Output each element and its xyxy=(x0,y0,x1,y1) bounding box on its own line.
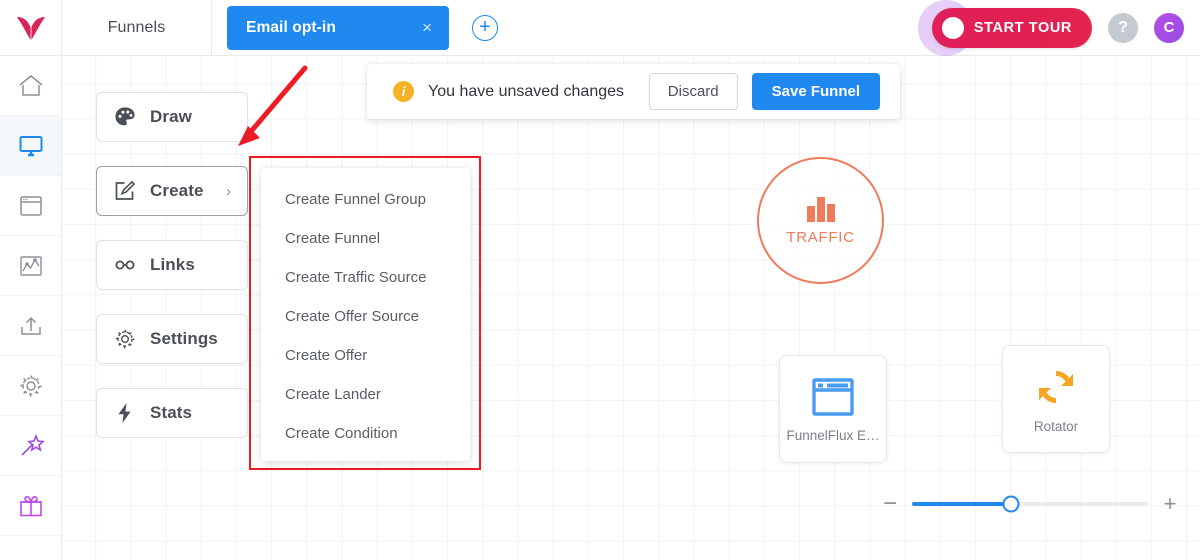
rail-item-home[interactable] xyxy=(0,56,61,116)
unsaved-changes-bar: i You have unsaved changes Discard Save … xyxy=(367,64,900,119)
node-funnelflux[interactable]: FunnelFlux E… xyxy=(779,355,887,463)
app-logo[interactable] xyxy=(0,0,62,55)
close-icon[interactable]: × xyxy=(422,19,432,36)
gift-icon xyxy=(19,495,42,516)
nav-funnels-label: Funnels xyxy=(107,18,166,36)
start-tour-label: START TOUR xyxy=(973,19,1072,36)
rotate-arrows-icon xyxy=(1039,370,1073,403)
node-traffic[interactable]: TRAFFIC xyxy=(757,157,884,284)
bar-chart-icon xyxy=(806,197,835,222)
help-icon[interactable]: ? xyxy=(1108,12,1138,43)
save-funnel-button[interactable]: Save Funnel xyxy=(751,73,880,110)
node-traffic-label: TRAFFIC xyxy=(786,229,855,246)
rail-item-pages[interactable] xyxy=(0,176,61,236)
rail-item-upload[interactable] xyxy=(0,296,61,356)
create-dropdown-menu: Create Funnel Group Create Funnel Create… xyxy=(261,168,470,461)
add-tab-button[interactable]: + xyxy=(472,14,498,41)
node-funnelflux-label: FunnelFlux E… xyxy=(786,427,880,443)
tool-draw-label: Draw xyxy=(150,107,192,126)
tools-panel: Draw Create › Links Settings Stats xyxy=(96,92,248,462)
zoom-control: − + xyxy=(882,490,1177,517)
start-tour-button[interactable]: START TOUR xyxy=(931,7,1092,48)
menu-item-label: Create Funnel Group xyxy=(285,191,426,208)
menu-item-label: Create Traffic Source xyxy=(285,269,427,286)
tour-dot-icon xyxy=(941,16,964,39)
rail-item-stats[interactable] xyxy=(0,236,61,296)
rail-item-settings[interactable] xyxy=(0,356,61,416)
rail-item-monitor[interactable] xyxy=(0,116,61,176)
tab-strip: Email opt-in × + xyxy=(212,0,932,55)
info-glyph: i xyxy=(401,84,406,99)
node-rotator[interactable]: Rotator xyxy=(1002,345,1110,453)
menu-item-label: Create Offer xyxy=(285,347,368,364)
edit-square-icon xyxy=(115,180,136,200)
menu-item-create-funnel[interactable]: Create Funnel xyxy=(261,219,470,258)
gear-icon xyxy=(115,329,135,349)
unsaved-message: You have unsaved changes xyxy=(428,82,625,100)
icon-rail xyxy=(0,56,62,560)
upload-icon xyxy=(20,316,41,335)
browser-window-icon xyxy=(812,377,854,416)
browser-window-icon xyxy=(19,195,42,216)
tool-stats-label: Stats xyxy=(150,403,193,422)
chevron-right-icon: › xyxy=(226,182,231,200)
top-right-controls: START TOUR ? C xyxy=(917,0,1200,56)
menu-item-create-offer-source[interactable]: Create Offer Source xyxy=(261,297,470,336)
zoom-slider-track[interactable] xyxy=(912,495,1148,513)
help-glyph: ? xyxy=(1118,18,1128,36)
palette-icon xyxy=(115,107,135,126)
tool-stats-button[interactable]: Stats xyxy=(96,388,248,438)
top-bar: Funnels Email opt-in × + START TOUR ? C xyxy=(0,0,1200,56)
info-icon: i xyxy=(393,81,414,102)
menu-item-label: Create Funnel xyxy=(285,230,381,247)
magic-wand-icon xyxy=(20,433,45,456)
tool-settings-label: Settings xyxy=(150,329,218,348)
tool-create-label: Create xyxy=(150,181,204,200)
rail-item-gift[interactable] xyxy=(0,476,61,536)
menu-item-label: Create Condition xyxy=(285,425,398,442)
link-icon xyxy=(115,260,135,270)
zoom-slider-handle[interactable] xyxy=(1002,495,1020,513)
node-rotator-label: Rotator xyxy=(1033,418,1079,434)
discard-button[interactable]: Discard xyxy=(648,73,738,110)
start-tour-wrapper: START TOUR xyxy=(917,0,1092,56)
zoom-slider-fill xyxy=(912,502,1012,506)
tool-settings-button[interactable]: Settings xyxy=(96,314,248,364)
menu-item-create-traffic-source[interactable]: Create Traffic Source xyxy=(261,258,470,297)
avatar[interactable]: C xyxy=(1154,12,1184,43)
tool-create-button[interactable]: Create › xyxy=(96,166,248,216)
app-root: Funnels Email opt-in × + START TOUR ? C … xyxy=(0,0,1200,560)
tool-draw-button[interactable]: Draw xyxy=(96,92,248,142)
funnelflux-logo-icon xyxy=(16,16,45,40)
menu-item-label: Create Offer Source xyxy=(285,308,419,325)
tool-links-button[interactable]: Links xyxy=(96,240,248,290)
rail-item-wizard[interactable] xyxy=(0,416,61,476)
bolt-icon xyxy=(118,403,131,423)
menu-item-create-lander[interactable]: Create Lander xyxy=(261,375,470,414)
tab-title: Email opt-in xyxy=(246,18,336,36)
tool-links-label: Links xyxy=(150,255,195,274)
gear-icon xyxy=(19,374,42,397)
menu-item-create-condition[interactable]: Create Condition xyxy=(261,414,470,453)
menu-item-create-offer[interactable]: Create Offer xyxy=(261,336,470,375)
nav-funnels[interactable]: Funnels xyxy=(62,0,212,55)
chart-icon xyxy=(19,255,42,276)
monitor-icon xyxy=(19,135,42,156)
menu-item-label: Create Lander xyxy=(285,386,381,403)
tab-email-opt-in[interactable]: Email opt-in × xyxy=(227,5,449,50)
home-icon xyxy=(19,74,42,96)
avatar-initial: C xyxy=(1163,19,1175,36)
menu-item-create-funnel-group[interactable]: Create Funnel Group xyxy=(261,180,470,219)
